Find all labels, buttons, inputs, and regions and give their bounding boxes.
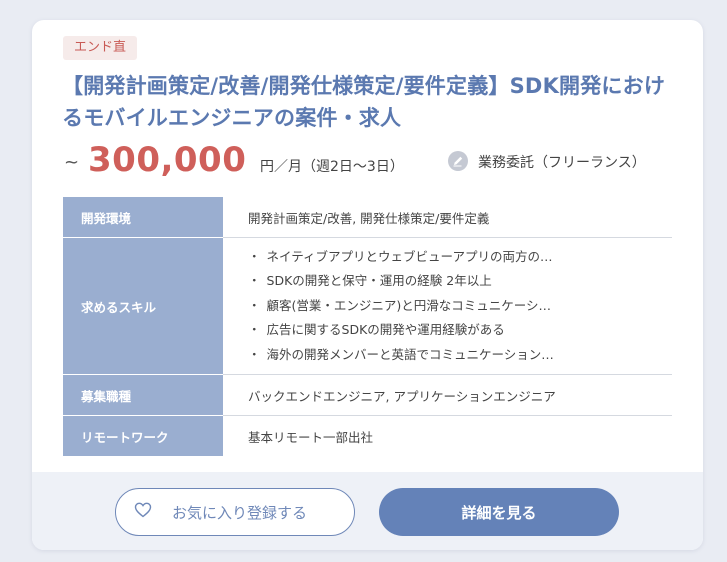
contract-type-label: 業務委託（フリーランス） (478, 155, 646, 171)
bullet: ・ (248, 322, 261, 338)
remote-label: リモートワーク (63, 415, 223, 456)
price-amount: 300,000 (88, 140, 247, 180)
role-value: バックエンドエンジニア, アプリケーションエンジニア (223, 374, 672, 416)
card-footer: お気に入り登録する 詳細を見る (32, 472, 703, 550)
price-unit: 円／月（週2日〜3日） (260, 159, 404, 175)
list-item: ・顧客(営業・エンジニア)と円滑なコミュニケーシ… (248, 294, 672, 319)
price-row: ~ 300,000 円／月（週2日〜3日） 業務委託（フリーランス） (64, 140, 684, 184)
list-item: ・海外の開発メンバーと英語でコミュニケーション… (248, 343, 672, 368)
role-label: 募集職種 (63, 374, 223, 416)
bullet: ・ (248, 297, 261, 313)
pencil-icon (448, 151, 468, 171)
list-item: ・広告に関するSDKの開発や運用経験がある (248, 318, 672, 343)
skill-text: 顧客(営業・エンジニア)と円滑なコミュニケーシ… (266, 297, 552, 313)
skill-text: SDKの開発と保守・運用の経験 2年以上 (266, 273, 492, 289)
table-row: 求めるスキル ・ネイティブアプリとウェブビューアプリの両方の… ・ SDKの開発と… (63, 237, 672, 375)
table-row: 開発環境 開発計画策定/改善, 開発仕様策定/要件定義 (63, 197, 672, 238)
list-item: ・ネイティブアプリとウェブビューアプリの両方の… (248, 245, 672, 270)
view-details-button[interactable]: 詳細を見る (379, 488, 619, 536)
bullet: ・ (248, 273, 261, 289)
job-title[interactable]: 【開発計画策定/改善/開発仕様策定/要件定義】SDK開発におけるモバイルエンジニ… (62, 70, 682, 134)
table-row: 募集職種 バックエンドエンジニア, アプリケーションエンジニア (63, 374, 672, 416)
add-favorite-label: お気に入り登録する (172, 505, 308, 522)
skill-text: 広告に関するSDKの開発や運用経験がある (266, 322, 505, 338)
end-direct-badge: エンド直 (63, 36, 138, 60)
skills-label: 求めるスキル (63, 237, 223, 375)
bullet: ・ (248, 248, 261, 264)
job-card: エンド直 【開発計画策定/改善/開発仕様策定/要件定義】SDK開発におけるモバイ… (32, 20, 703, 550)
skills-list: ・ネイティブアプリとウェブビューアプリの両方の… ・ SDKの開発と保守・運用の経… (248, 245, 672, 368)
skill-text: ネイティブアプリとウェブビューアプリの両方の… (266, 248, 553, 264)
add-favorite-button[interactable]: お気に入り登録する (115, 488, 355, 536)
bullet: ・ (248, 346, 261, 362)
heart-icon (134, 502, 152, 523)
env-value: 開発計画策定/改善, 開発仕様策定/要件定義 (223, 197, 672, 238)
list-item: ・ SDKの開発と保守・運用の経験 2年以上 (248, 269, 672, 294)
job-specs-table: 開発環境 開発計画策定/改善, 開発仕様策定/要件定義 求めるスキル ・ネイティ… (63, 197, 672, 456)
skill-text: 海外の開発メンバーと英語でコミュニケーション… (266, 346, 554, 362)
price-prefix: ~ (64, 152, 80, 173)
env-label: 開発環境 (63, 197, 223, 238)
table-row: リモートワーク 基本リモート一部出社 (63, 415, 672, 456)
remote-value: 基本リモート一部出社 (248, 429, 374, 445)
skills-value: ・ネイティブアプリとウェブビューアプリの両方の… ・ SDKの開発と保守・運用の経… (223, 237, 672, 375)
